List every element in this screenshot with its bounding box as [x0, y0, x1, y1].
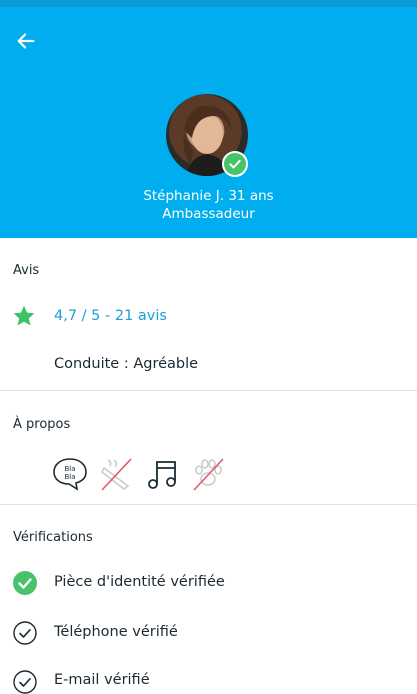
- verification-email: E-mail vérifié: [54, 672, 150, 688]
- driving-label: Conduite: [54, 356, 120, 372]
- divider: [0, 390, 417, 391]
- arrow-left-icon: [17, 33, 35, 49]
- bla-bla-icon: Bla Bla: [53, 458, 87, 491]
- verifications-section-title: Vérifications: [13, 530, 93, 545]
- profile-name-age: Stéphanie J. 31 ans: [143, 188, 274, 204]
- check-filled-icon: [13, 571, 37, 595]
- no-pets-icon: [193, 458, 224, 491]
- driving-separator: :: [119, 356, 134, 372]
- driving-rating: Conduite : Agréable: [54, 356, 198, 372]
- check-badge-icon: [229, 159, 241, 169]
- profile-header: Stéphanie J. 31 ans Ambassadeur: [0, 7, 417, 238]
- divider: [0, 504, 417, 505]
- preferences-list: Bla Bla: [52, 456, 226, 492]
- verification-phone: Téléphone vérifié: [54, 624, 178, 640]
- verified-badge: [222, 151, 248, 177]
- reviews-section-title: Avis: [13, 263, 40, 278]
- bla-line-2: Bla: [64, 473, 75, 481]
- back-button[interactable]: [11, 26, 41, 56]
- no-smoking-icon: [100, 458, 132, 491]
- rating-summary: 4,7 / 5 - 21 avis: [54, 308, 167, 324]
- bla-line-1: Bla: [64, 465, 75, 473]
- verification-id: Pièce d'identité vérifiée: [54, 574, 225, 590]
- profile-level: Ambassadeur: [162, 206, 255, 222]
- check-outline-icon: [13, 621, 37, 645]
- rating-link[interactable]: 4,7 / 5 - 21 avis: [12, 304, 167, 328]
- star-icon: [13, 305, 35, 326]
- check-outline-icon: [13, 670, 37, 694]
- music-icon: [148, 461, 176, 489]
- status-bar: [0, 0, 417, 7]
- driving-value: Agréable: [133, 356, 199, 372]
- about-section-title: À propos: [13, 417, 71, 432]
